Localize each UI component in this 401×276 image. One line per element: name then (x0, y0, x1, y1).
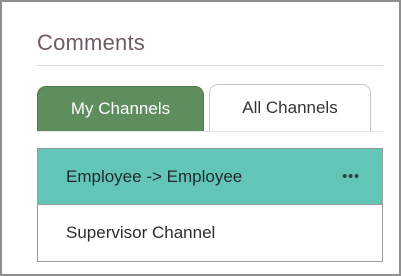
tab-all-channels[interactable]: All Channels (209, 84, 371, 131)
channel-list: Employee -> Employee ••• Supervisor Chan… (37, 148, 383, 262)
panel-title: Comments (37, 30, 145, 55)
tab-my-channels[interactable]: My Channels (37, 86, 204, 131)
tab-divider (37, 131, 383, 132)
more-dots-icon[interactable]: ••• (342, 168, 360, 182)
channel-item-supervisor-channel[interactable]: Supervisor Channel (38, 205, 382, 261)
comments-panel: Comments My Channels All Channels Employ… (0, 0, 401, 276)
title-divider (37, 65, 383, 66)
channel-item-label: Employee -> Employee (66, 166, 243, 186)
channel-item-employee-employee[interactable]: Employee -> Employee ••• (38, 149, 382, 205)
channel-item-label: Supervisor Channel (66, 223, 216, 242)
